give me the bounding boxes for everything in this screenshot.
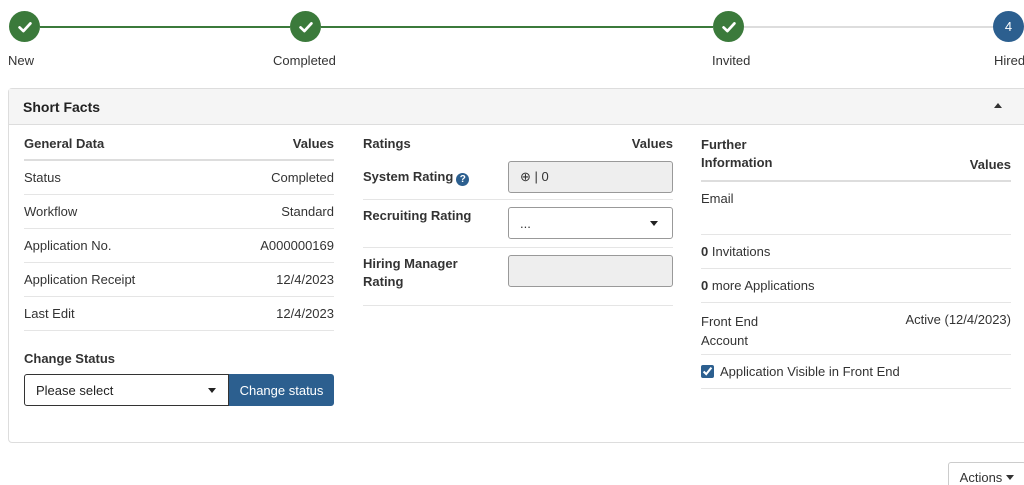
applications-count: 0 (701, 278, 709, 293)
invitations-count: 0 (701, 244, 709, 259)
chevron-down-icon (650, 220, 658, 226)
system-rating-field: ⊕ | 0 (508, 161, 673, 193)
table-row: Application No. A000000169 (24, 229, 334, 263)
collapse-caret-icon[interactable] (994, 103, 1002, 108)
row-value: Standard (281, 204, 334, 219)
table-row: Last Edit 12/4/2023 (24, 297, 334, 331)
hiring-rating-label: Hiring Manager Rating (363, 256, 458, 289)
front-end-account-row: Front End Account Active (12/4/2023) (701, 303, 1011, 355)
invitations-text: 0 Invitations (701, 244, 770, 259)
further-info-header: Further Information Values (701, 136, 1011, 182)
table-row: Application Receipt 12/4/2023 (24, 263, 334, 297)
row-value: 12/4/2023 (276, 272, 334, 287)
step-hired-number: 4 (993, 11, 1024, 42)
change-status-button[interactable]: Change status (229, 374, 334, 406)
step-label-hired: Hired (994, 53, 1024, 68)
row-label: Workflow (24, 204, 78, 219)
front-end-account-value: Active (12/4/2023) (905, 312, 1011, 327)
row-label: Application No. (24, 238, 112, 253)
step-label-completed: Completed (273, 53, 336, 68)
step-label-invited: Invited (712, 53, 751, 68)
row-value: A000000169 (260, 238, 334, 253)
values-header: Values (292, 136, 334, 151)
applications-row: 0 more Applications (701, 269, 1011, 303)
row-label: Last Edit (24, 306, 75, 321)
change-status-label: Change Status (24, 351, 116, 366)
recruiting-rating-value: ... (520, 215, 531, 231)
step-connector (744, 26, 994, 28)
table-row: Status Completed (24, 161, 334, 195)
general-data-title: General Data (24, 136, 105, 151)
step-connector (321, 26, 713, 28)
status-select[interactable]: Please select (24, 374, 229, 406)
system-rating-row: System Rating? ⊕ | 0 (363, 161, 673, 200)
chevron-down-icon (208, 387, 216, 393)
hiring-rating-row: Hiring Manager Rating (363, 248, 673, 306)
short-facts-panel: Short Facts General Data Values Status C… (8, 88, 1024, 443)
general-data-header: General Data Values (24, 136, 334, 161)
step-label-new: New (8, 53, 35, 68)
actions-label: Actions (959, 469, 1003, 485)
step-completed-check-icon (290, 11, 321, 42)
front-end-account-label: Front End Account (701, 314, 759, 348)
recruiting-rating-label: Recruiting Rating (363, 208, 472, 223)
invitations-label: Invitations (711, 244, 771, 259)
actions-button[interactable]: Actions (948, 462, 1024, 485)
step-connector (40, 26, 290, 28)
ratings-title: Ratings (363, 136, 411, 151)
values-header: Values (969, 157, 1011, 172)
status-select-value: Please select (36, 382, 114, 398)
system-rating-text: System Rating (363, 168, 454, 184)
row-label: Status (24, 170, 61, 185)
email-row: Email (701, 182, 1011, 235)
visible-checkbox[interactable] (701, 365, 714, 378)
values-header: Values (631, 136, 673, 151)
visible-checkbox-label[interactable]: Application Visible in Front End (701, 364, 900, 379)
panel-title: Short Facts (23, 98, 101, 115)
applications-label: more Applications (711, 278, 815, 293)
recruiting-rating-row: Recruiting Rating ... (363, 200, 673, 248)
ratings-column: Ratings Values System Rating? ⊕ | 0 Recr… (363, 136, 673, 306)
ratings-header: Ratings Values (363, 136, 673, 161)
recruiting-rating-select[interactable]: ... (508, 207, 673, 239)
applications-text: 0 more Applications (701, 278, 814, 293)
row-value: 12/4/2023 (276, 306, 334, 321)
step-new-check-icon (9, 11, 40, 42)
system-rating-label: System Rating? (363, 168, 493, 187)
progress-stepper: 4 New Completed Invited Hired (0, 0, 1024, 80)
panel-header[interactable]: Short Facts (9, 89, 1024, 125)
visible-row: Application Visible in Front End (701, 355, 1011, 389)
row-label: Application Receipt (24, 272, 136, 287)
table-row: Workflow Standard (24, 195, 334, 229)
visible-label-text: Application Visible in Front End (720, 364, 900, 379)
invitations-row: 0 Invitations (701, 235, 1011, 269)
further-info-title: Further Information (701, 137, 773, 170)
chevron-down-icon (1006, 474, 1015, 480)
row-value: Completed (271, 170, 334, 185)
hiring-rating-field (508, 255, 673, 287)
help-icon[interactable]: ? (456, 173, 470, 187)
general-data-column: General Data Values Status Completed Wor… (24, 136, 334, 406)
further-info-column: Further Information Values Email 0 Invit… (701, 136, 1011, 389)
email-label: Email (701, 191, 734, 206)
step-invited-check-icon (713, 11, 744, 42)
